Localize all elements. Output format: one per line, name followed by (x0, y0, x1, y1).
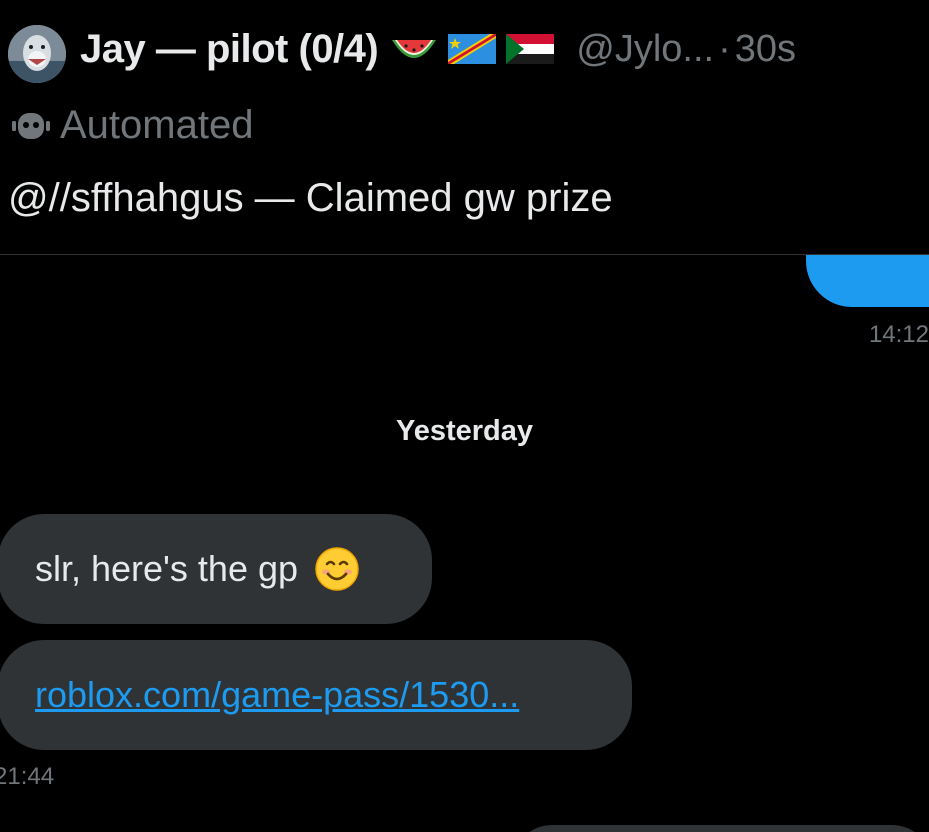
post-time[interactable]: 30s (735, 28, 796, 71)
handle[interactable]: @Jylo... (576, 28, 714, 71)
avatar[interactable] (8, 25, 66, 83)
bot-icon (12, 113, 50, 139)
received-link-bubble[interactable]: roblox.com/game-pass/1530... (0, 640, 632, 750)
post-header: Jay — pilot (0/4) @Jylo... · 30s Automat… (0, 0, 929, 254)
sent-message-bubble[interactable]: 20 (806, 255, 929, 307)
name-row: Jay — pilot (0/4) @Jylo... · 30s (80, 22, 796, 76)
received-message-bubble[interactable]: slr, here's the gp (0, 514, 432, 624)
shark-avatar-icon (8, 25, 66, 83)
congo-flag-icon (448, 34, 497, 64)
separator-dot: · (718, 27, 731, 70)
emoji-flags (390, 32, 555, 66)
sent-message-time: 14:12 (868, 321, 929, 348)
display-name[interactable]: Jay — pilot (0/4) (80, 27, 379, 72)
chat-area: 20 14:12 Yesterday slr, here's the gp ro… (0, 255, 929, 832)
sudan-flag-icon (506, 34, 555, 64)
day-separator: Yesterday (395, 415, 534, 447)
message-text: slr, here's the gp (35, 548, 299, 589)
next-message-bubble[interactable] (512, 825, 929, 832)
automated-label-row: Automated (8, 100, 253, 150)
watermelon-icon (392, 40, 437, 58)
smiling-face-icon (315, 547, 359, 591)
automated-label: Automated (60, 102, 254, 147)
received-message-time: 21:44 (0, 763, 55, 790)
post-text: @//sffhahgus — Claimed gw prize (8, 176, 613, 220)
game-pass-link[interactable]: roblox.com/game-pass/1530... (35, 674, 519, 716)
